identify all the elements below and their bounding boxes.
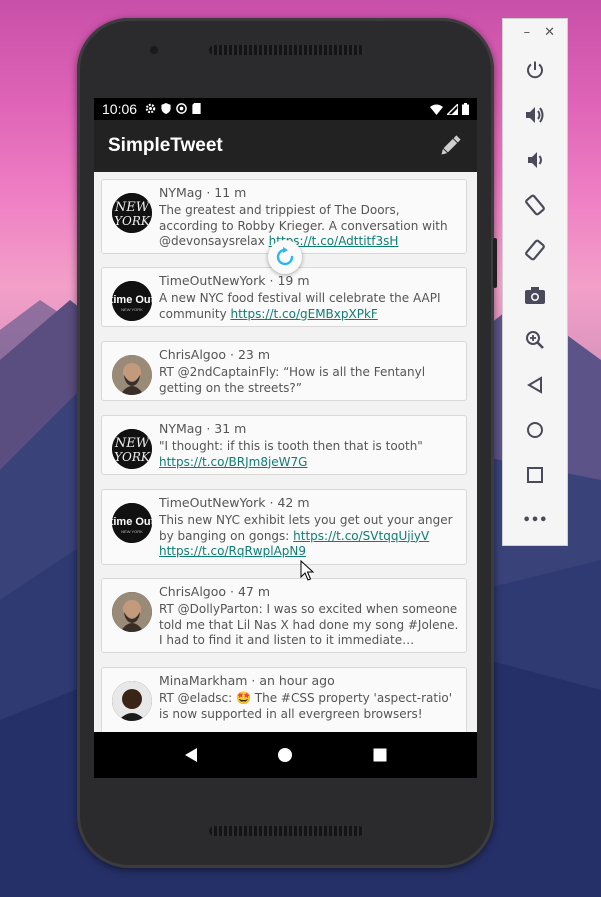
app-bar: SimpleTweet bbox=[94, 120, 477, 172]
tweet-time: an hour ago bbox=[259, 673, 335, 688]
svg-text:YORK: YORK bbox=[114, 450, 151, 464]
volume-up-icon[interactable] bbox=[503, 100, 567, 130]
avatar: time OutNEW YORK bbox=[112, 503, 152, 543]
battery-icon bbox=[462, 103, 469, 115]
emulator-toolbar: – ✕ ••• bbox=[502, 18, 568, 546]
pull-to-refresh-spinner bbox=[268, 240, 302, 274]
rotate-right-icon[interactable] bbox=[503, 235, 567, 265]
tweet-card[interactable]: time OutNEW YORK TimeOutNewYork · 42 m T… bbox=[101, 489, 467, 565]
tweet-text: RT @eladsc: 🤩 The #CSS property 'aspect-… bbox=[159, 691, 453, 721]
tweet-time: 19 m bbox=[277, 273, 310, 288]
svg-text:time Out: time Out bbox=[112, 516, 152, 528]
earpiece-speaker bbox=[209, 45, 364, 55]
tweet-username: ChrisAlgoo bbox=[159, 584, 227, 599]
tweet-text: "I thought: if this is tooth then that i… bbox=[159, 439, 423, 453]
sd-card-icon bbox=[192, 102, 201, 116]
tweet-card[interactable]: ChrisAlgoo · 47 m RT @DollyParton: I was… bbox=[101, 578, 467, 653]
svg-text:time Out: time Out bbox=[112, 294, 152, 306]
tweet-time: 31 m bbox=[214, 421, 247, 436]
avatar: NEW YORK bbox=[112, 429, 152, 469]
back-icon[interactable] bbox=[183, 747, 199, 763]
tweet-time: 23 m bbox=[237, 347, 271, 362]
refresh-icon bbox=[276, 247, 294, 266]
more-icon[interactable]: ••• bbox=[503, 505, 567, 535]
back-icon[interactable] bbox=[503, 370, 567, 400]
tweet-card[interactable]: MinaMarkham · an hour ago RT @eladsc: 🤩 … bbox=[101, 667, 467, 732]
phone-screen: 10:06 SimpleTweet NEW YORK NYMag · 11 m … bbox=[94, 98, 477, 778]
close-button[interactable]: ✕ bbox=[544, 25, 555, 49]
power-icon[interactable] bbox=[503, 55, 567, 85]
svg-text:NEW YORK: NEW YORK bbox=[121, 529, 143, 534]
svg-text:YORK: YORK bbox=[114, 214, 151, 228]
camera-icon[interactable] bbox=[503, 280, 567, 310]
avatar: time OutNEW YORK bbox=[112, 281, 152, 321]
home-icon[interactable] bbox=[277, 747, 293, 763]
status-bar: 10:06 bbox=[94, 98, 477, 120]
tweet-username: NYMag bbox=[159, 185, 203, 200]
tweet-link[interactable]: https://t.co/gEMBxpXPkF bbox=[230, 307, 377, 321]
bottom-speaker bbox=[209, 826, 364, 836]
avatar bbox=[112, 592, 152, 632]
overview-icon[interactable] bbox=[372, 747, 388, 763]
avatar: NEW YORK bbox=[112, 193, 152, 233]
volume-down-icon[interactable] bbox=[503, 145, 567, 175]
signal-icon bbox=[447, 103, 458, 115]
tweet-time: 11 m bbox=[214, 185, 247, 200]
tweet-card[interactable]: ChrisAlgoo · 23 m RT @2ndCaptainFly: “Ho… bbox=[101, 341, 467, 401]
svg-text:NEW: NEW bbox=[114, 436, 151, 451]
settings-icon bbox=[145, 103, 156, 116]
power-side-button bbox=[493, 238, 497, 288]
tweet-username: NYMag bbox=[159, 421, 203, 436]
home-icon[interactable] bbox=[503, 415, 567, 445]
sync-icon bbox=[176, 102, 187, 116]
compose-pencil-icon[interactable] bbox=[437, 133, 463, 159]
mouse-cursor-icon bbox=[300, 560, 314, 581]
tweet-username: TimeOutNewYork bbox=[159, 273, 266, 288]
tweet-text: RT @2ndCaptainFly: “How is all the Fenta… bbox=[159, 365, 426, 395]
tweet-link-2[interactable]: https://t.co/RqRwplApN9 bbox=[159, 544, 306, 558]
tweet-card[interactable]: NEW YORK NYMag · 31 m "I thought: if this… bbox=[101, 415, 467, 475]
wifi-icon bbox=[430, 104, 443, 115]
tweet-link[interactable]: https://t.co/BRJm8jeW7G bbox=[159, 455, 307, 469]
android-nav-bar bbox=[94, 732, 477, 778]
front-camera bbox=[150, 46, 158, 54]
tweet-username: TimeOutNewYork bbox=[159, 495, 266, 510]
tweet-time: 47 m bbox=[237, 584, 271, 599]
minimize-button[interactable]: – bbox=[524, 25, 531, 49]
tweet-card[interactable]: time OutNEW YORK TimeOutNewYork · 19 m A… bbox=[101, 267, 467, 327]
rotate-left-icon[interactable] bbox=[503, 190, 567, 220]
tweet-username: MinaMarkham bbox=[159, 673, 248, 688]
status-time: 10:06 bbox=[102, 101, 138, 117]
tweet-link[interactable]: https://t.co/SVtqqUjiyV bbox=[293, 529, 429, 543]
tweet-text: RT @DollyParton: I was so excited when s… bbox=[159, 602, 459, 647]
shield-icon bbox=[161, 102, 171, 116]
avatar bbox=[112, 681, 152, 721]
svg-text:NEW: NEW bbox=[114, 200, 151, 215]
tweet-time: 42 m bbox=[277, 495, 310, 510]
avatar bbox=[112, 355, 152, 395]
app-title: SimpleTweet bbox=[108, 135, 223, 156]
zoom-icon[interactable] bbox=[503, 325, 567, 355]
tweet-username: ChrisAlgoo bbox=[159, 347, 227, 362]
overview-icon[interactable] bbox=[503, 460, 567, 490]
svg-text:NEW YORK: NEW YORK bbox=[121, 307, 143, 312]
